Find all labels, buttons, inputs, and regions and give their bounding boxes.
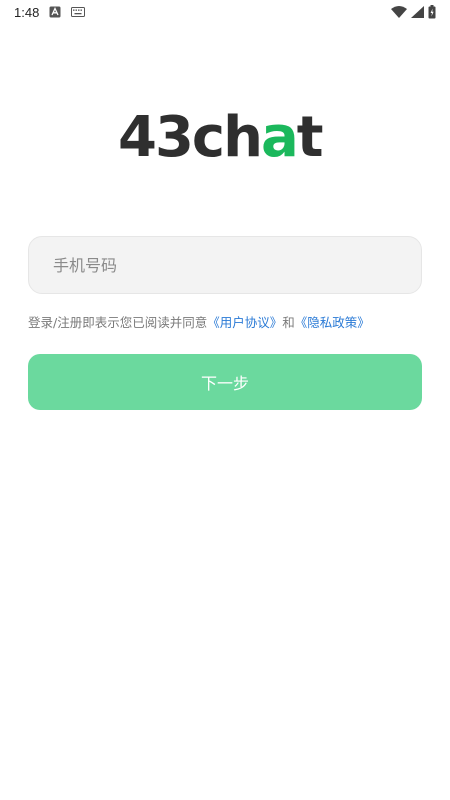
- agreement-and: 和: [282, 315, 295, 330]
- status-left: 1:48: [14, 4, 86, 20]
- next-step-button[interactable]: 下一步: [28, 354, 422, 410]
- wifi-icon: [391, 6, 407, 18]
- battery-icon: [428, 5, 436, 19]
- status-bar: 1:48: [0, 0, 450, 24]
- phone-number-field[interactable]: [28, 236, 422, 294]
- phone-number-input[interactable]: [51, 254, 399, 276]
- user-agreement-link[interactable]: 《用户协议》: [207, 315, 282, 330]
- status-time: 1:48: [14, 4, 40, 20]
- signal-icon: [411, 6, 424, 18]
- agreement-prefix: 登录/注册即表示您已阅读并同意: [28, 315, 208, 330]
- logo-text-a: a: [261, 105, 299, 170]
- keyboard-icon: [71, 7, 86, 17]
- logo-text-suffix: t: [296, 105, 324, 170]
- status-right: [391, 5, 436, 19]
- a-notification-icon: [49, 6, 61, 18]
- agreement-text: 登录/注册即表示您已阅读并同意《用户协议》和《隐私政策》: [28, 312, 428, 331]
- privacy-policy-link[interactable]: 《隐私政策》: [295, 315, 370, 330]
- logo-text-prefix: 43ch: [118, 105, 263, 170]
- app-logo: 43chat: [118, 100, 333, 166]
- logo-text: 43chat: [118, 110, 324, 166]
